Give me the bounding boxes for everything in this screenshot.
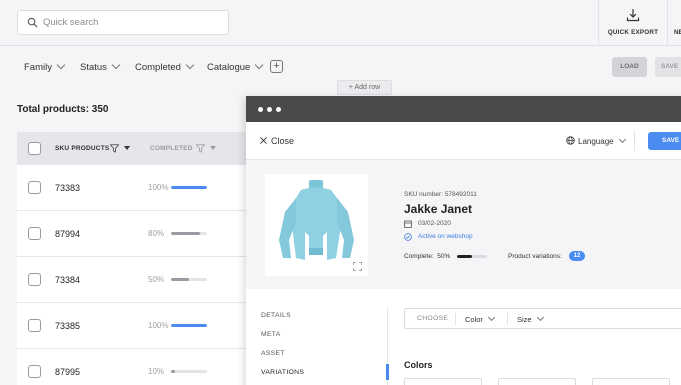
filter-family[interactable]: Family xyxy=(24,60,66,73)
table-row[interactable]: 73383 100% xyxy=(17,165,257,211)
search-icon xyxy=(27,17,38,28)
colors-heading: Colors xyxy=(404,360,433,370)
add-filter-button[interactable]: + xyxy=(270,60,283,73)
sweater-image xyxy=(279,180,354,260)
chevron-down-icon xyxy=(56,60,66,70)
size-dropdown[interactable]: Size xyxy=(517,313,544,324)
chevron-down-icon xyxy=(487,313,495,322)
search-placeholder: Quick search xyxy=(43,17,99,28)
save-button[interactable]: SAVE xyxy=(655,57,681,77)
window-dot-icon[interactable] xyxy=(258,107,263,112)
next-button-label[interactable]: NE xyxy=(674,29,681,36)
calendar-icon xyxy=(404,220,412,228)
table-row[interactable]: 73385 100% xyxy=(17,303,257,349)
complete-label: Complete: 50% xyxy=(404,253,451,260)
status-active: Active on webshop xyxy=(418,233,473,240)
filter-icon[interactable] xyxy=(196,144,205,153)
row-checkbox[interactable] xyxy=(28,365,41,378)
column-header-completed[interactable]: COMPLETED xyxy=(150,145,193,152)
language-dropdown[interactable]: Language xyxy=(566,135,626,146)
divider xyxy=(634,131,635,151)
row-checkbox[interactable] xyxy=(28,181,41,194)
column-header-sku[interactable]: SKU PRODUCTS xyxy=(55,145,109,152)
window-dot-icon[interactable] xyxy=(267,107,272,112)
product-image[interactable] xyxy=(265,174,368,276)
color-option[interactable] xyxy=(404,378,482,385)
top-bar: Quick search QUICK EXPORT NE xyxy=(0,0,681,46)
row-checkbox[interactable] xyxy=(28,319,41,332)
nav-active-indicator xyxy=(386,364,389,380)
sku-cell: 87994 xyxy=(55,229,81,239)
completed-percent: 100% xyxy=(148,321,169,330)
variation-selector: CHOOSE Color Size xyxy=(404,308,681,329)
expand-image-icon[interactable] xyxy=(353,262,362,271)
chevron-down-icon xyxy=(255,60,264,70)
total-products: Total products: 350 xyxy=(17,104,109,115)
nav-meta[interactable]: META xyxy=(261,331,281,338)
globe-icon xyxy=(566,136,575,145)
nav-asset[interactable]: ASSET xyxy=(261,350,285,357)
filter-icon[interactable] xyxy=(110,144,119,153)
sku-cell: 73385 xyxy=(55,321,81,331)
product-name: Jakke Janet xyxy=(404,202,473,216)
product-detail-window: Close Language SAVE SKU number: 57849201… xyxy=(246,96,681,385)
modal-header: Close Language SAVE xyxy=(246,122,681,160)
color-dropdown[interactable]: Color xyxy=(465,313,495,324)
filter-status[interactable]: Status xyxy=(80,60,121,73)
row-checkbox[interactable] xyxy=(28,227,41,240)
divider xyxy=(667,0,668,46)
filter-catalogue[interactable]: Catalogue xyxy=(207,60,264,73)
save-button[interactable]: SAVE xyxy=(648,132,681,150)
chevron-down-icon xyxy=(618,135,626,144)
table-header: SKU PRODUCTS COMPLETED xyxy=(17,132,257,165)
search-input[interactable]: Quick search xyxy=(17,10,229,35)
download-icon xyxy=(626,9,640,22)
completion-bar xyxy=(171,278,207,281)
row-checkbox[interactable] xyxy=(28,273,41,286)
quick-export-label: QUICK EXPORT xyxy=(607,29,659,36)
sku-cell: 73384 xyxy=(55,275,81,285)
sort-down-icon[interactable] xyxy=(210,145,216,151)
nav-variations[interactable]: VARIATIONS xyxy=(261,369,304,376)
close-icon xyxy=(260,137,267,144)
quick-export-button[interactable]: QUICK EXPORT xyxy=(599,0,667,46)
chevron-down-icon xyxy=(185,60,195,70)
product-info-panel: SKU number: 578492011 Jakke Janet 03/02-… xyxy=(246,160,681,289)
add-row-button[interactable]: + Add row xyxy=(337,80,392,95)
chevron-down-icon xyxy=(111,60,121,70)
sku-cell: 87995 xyxy=(55,367,81,377)
completion-bar xyxy=(171,186,207,189)
divider xyxy=(507,313,508,325)
completion-bar xyxy=(171,232,207,235)
table-row[interactable]: 73384 50% xyxy=(17,257,257,303)
choose-label: CHOOSE xyxy=(417,315,449,322)
completion-bar xyxy=(171,370,207,373)
complete-bar xyxy=(457,255,487,258)
variations-count-badge: 12 xyxy=(569,251,585,261)
load-button[interactable]: LOAD xyxy=(612,57,647,77)
color-option[interactable] xyxy=(498,378,576,385)
completed-percent: 50% xyxy=(148,275,165,284)
nav-details[interactable]: DETAILS xyxy=(261,312,291,319)
window-dot-icon[interactable] xyxy=(276,107,281,112)
sort-down-icon[interactable] xyxy=(124,145,130,151)
chevron-down-icon xyxy=(536,313,544,322)
check-circle-icon xyxy=(404,233,412,241)
completed-percent: 80% xyxy=(148,229,165,238)
window-titlebar xyxy=(246,96,681,122)
completed-percent: 100% xyxy=(148,183,169,192)
table-row[interactable]: 87995 10% xyxy=(17,349,257,385)
table-row[interactable]: 87994 80% xyxy=(17,211,257,257)
completion-bar xyxy=(171,324,207,327)
select-all-checkbox[interactable] xyxy=(28,142,41,155)
divider xyxy=(455,313,456,325)
completed-percent: 10% xyxy=(148,367,165,376)
sku-cell: 73383 xyxy=(55,183,81,193)
product-date: 03/02-2020 xyxy=(418,220,451,227)
close-button[interactable]: Close xyxy=(260,136,294,146)
product-variations-label: Product variations: xyxy=(508,253,562,260)
color-option[interactable] xyxy=(592,378,670,385)
filter-completed[interactable]: Completed xyxy=(135,60,195,73)
sku-number: SKU number: 578492011 xyxy=(404,191,477,198)
